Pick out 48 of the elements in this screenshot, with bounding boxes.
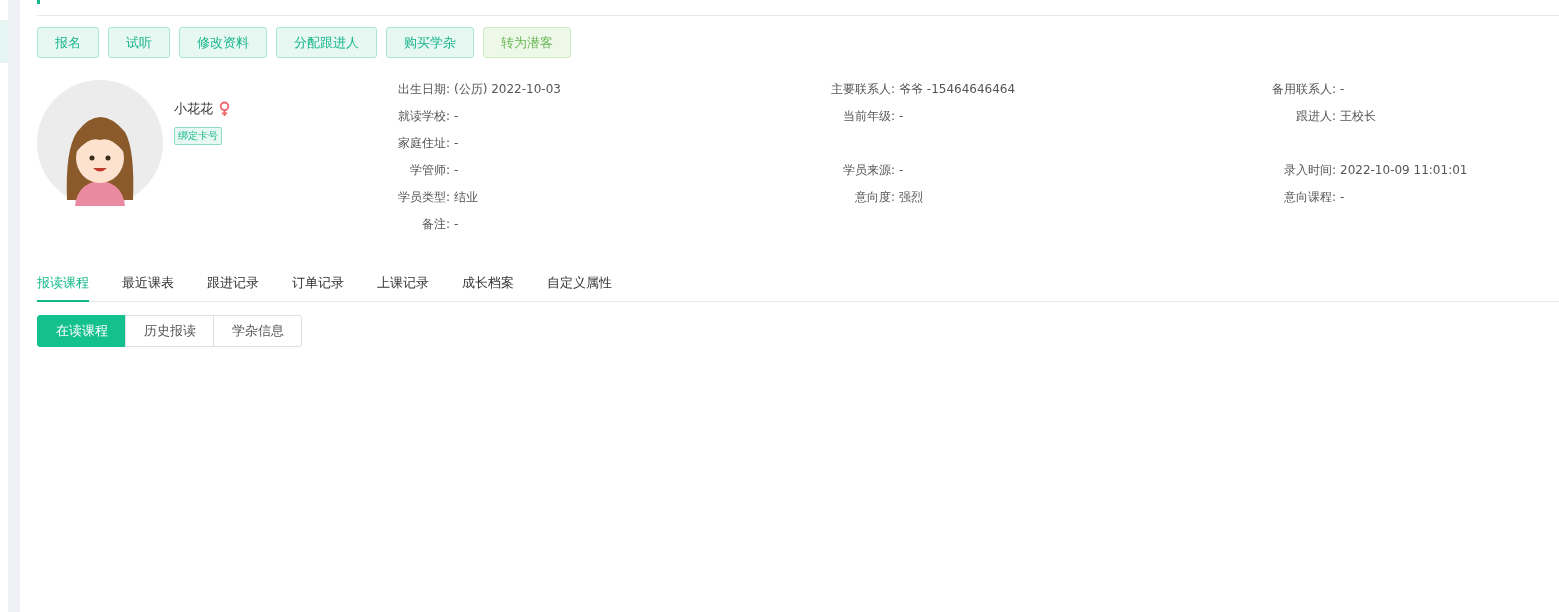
- field-label: 意向度:: [853, 188, 895, 206]
- field-label: 学员来源:: [841, 161, 895, 179]
- field-value: -: [898, 163, 904, 177]
- field-value: -: [453, 109, 459, 123]
- tab[interactable]: 成长档案: [462, 268, 514, 302]
- tab[interactable]: 最近课表: [122, 268, 174, 302]
- segment-tab[interactable]: 历史报读: [125, 315, 214, 347]
- field-value: 强烈: [898, 188, 923, 206]
- field-value: 2022-10-09 11:01:01: [1339, 163, 1468, 177]
- field-label: 学员类型:: [396, 188, 450, 206]
- field-label: 意向课程:: [1282, 188, 1336, 206]
- field-label: 备用联系人:: [1270, 80, 1336, 98]
- field-label: 跟进人:: [1294, 107, 1336, 125]
- action-button[interactable]: 转为潜客: [483, 27, 571, 58]
- field-label: 录入时间:: [1282, 161, 1336, 179]
- bind-card-tag[interactable]: 绑定卡号: [174, 127, 222, 145]
- tab[interactable]: 报读课程: [37, 268, 89, 302]
- field-value: -: [1339, 190, 1345, 204]
- tab[interactable]: 跟进记录: [207, 268, 259, 302]
- field-label: 学管师:: [408, 161, 450, 179]
- action-button[interactable]: 试听: [108, 27, 170, 58]
- field-label: 家庭住址:: [396, 134, 450, 152]
- field-label: 当前年级:: [841, 107, 895, 125]
- field-value: 王校长: [1339, 107, 1376, 125]
- tab[interactable]: 自定义属性: [547, 268, 612, 302]
- field-value: -: [453, 136, 459, 150]
- field-value: 结业: [453, 188, 478, 206]
- section-accent: [37, 0, 40, 4]
- sidebar-item[interactable]: [0, 20, 8, 63]
- action-button[interactable]: 购买学杂: [386, 27, 474, 58]
- field-value: -: [898, 109, 904, 123]
- field-value: -: [1339, 82, 1345, 96]
- field-label: 出生日期:: [396, 80, 450, 98]
- student-name: 小花花: [174, 100, 213, 118]
- segment-tab[interactable]: 学杂信息: [213, 315, 302, 347]
- field-value: (公历) 2022-10-03: [453, 80, 561, 98]
- field-label: 就读学校:: [396, 107, 450, 125]
- field-value: -: [453, 163, 459, 177]
- action-button[interactable]: 分配跟进人: [276, 27, 377, 58]
- tab[interactable]: 订单记录: [292, 268, 344, 302]
- field-label: 主要联系人:: [829, 80, 895, 98]
- field-label: 备注:: [420, 215, 450, 233]
- action-button[interactable]: 修改资料: [179, 27, 267, 58]
- action-button[interactable]: 报名: [37, 27, 99, 58]
- segment-tab[interactable]: 在读课程: [37, 315, 126, 347]
- field-value: -: [453, 217, 459, 231]
- tab[interactable]: 上课记录: [377, 268, 429, 302]
- field-value: 爷爷 -15464646464: [898, 80, 1016, 98]
